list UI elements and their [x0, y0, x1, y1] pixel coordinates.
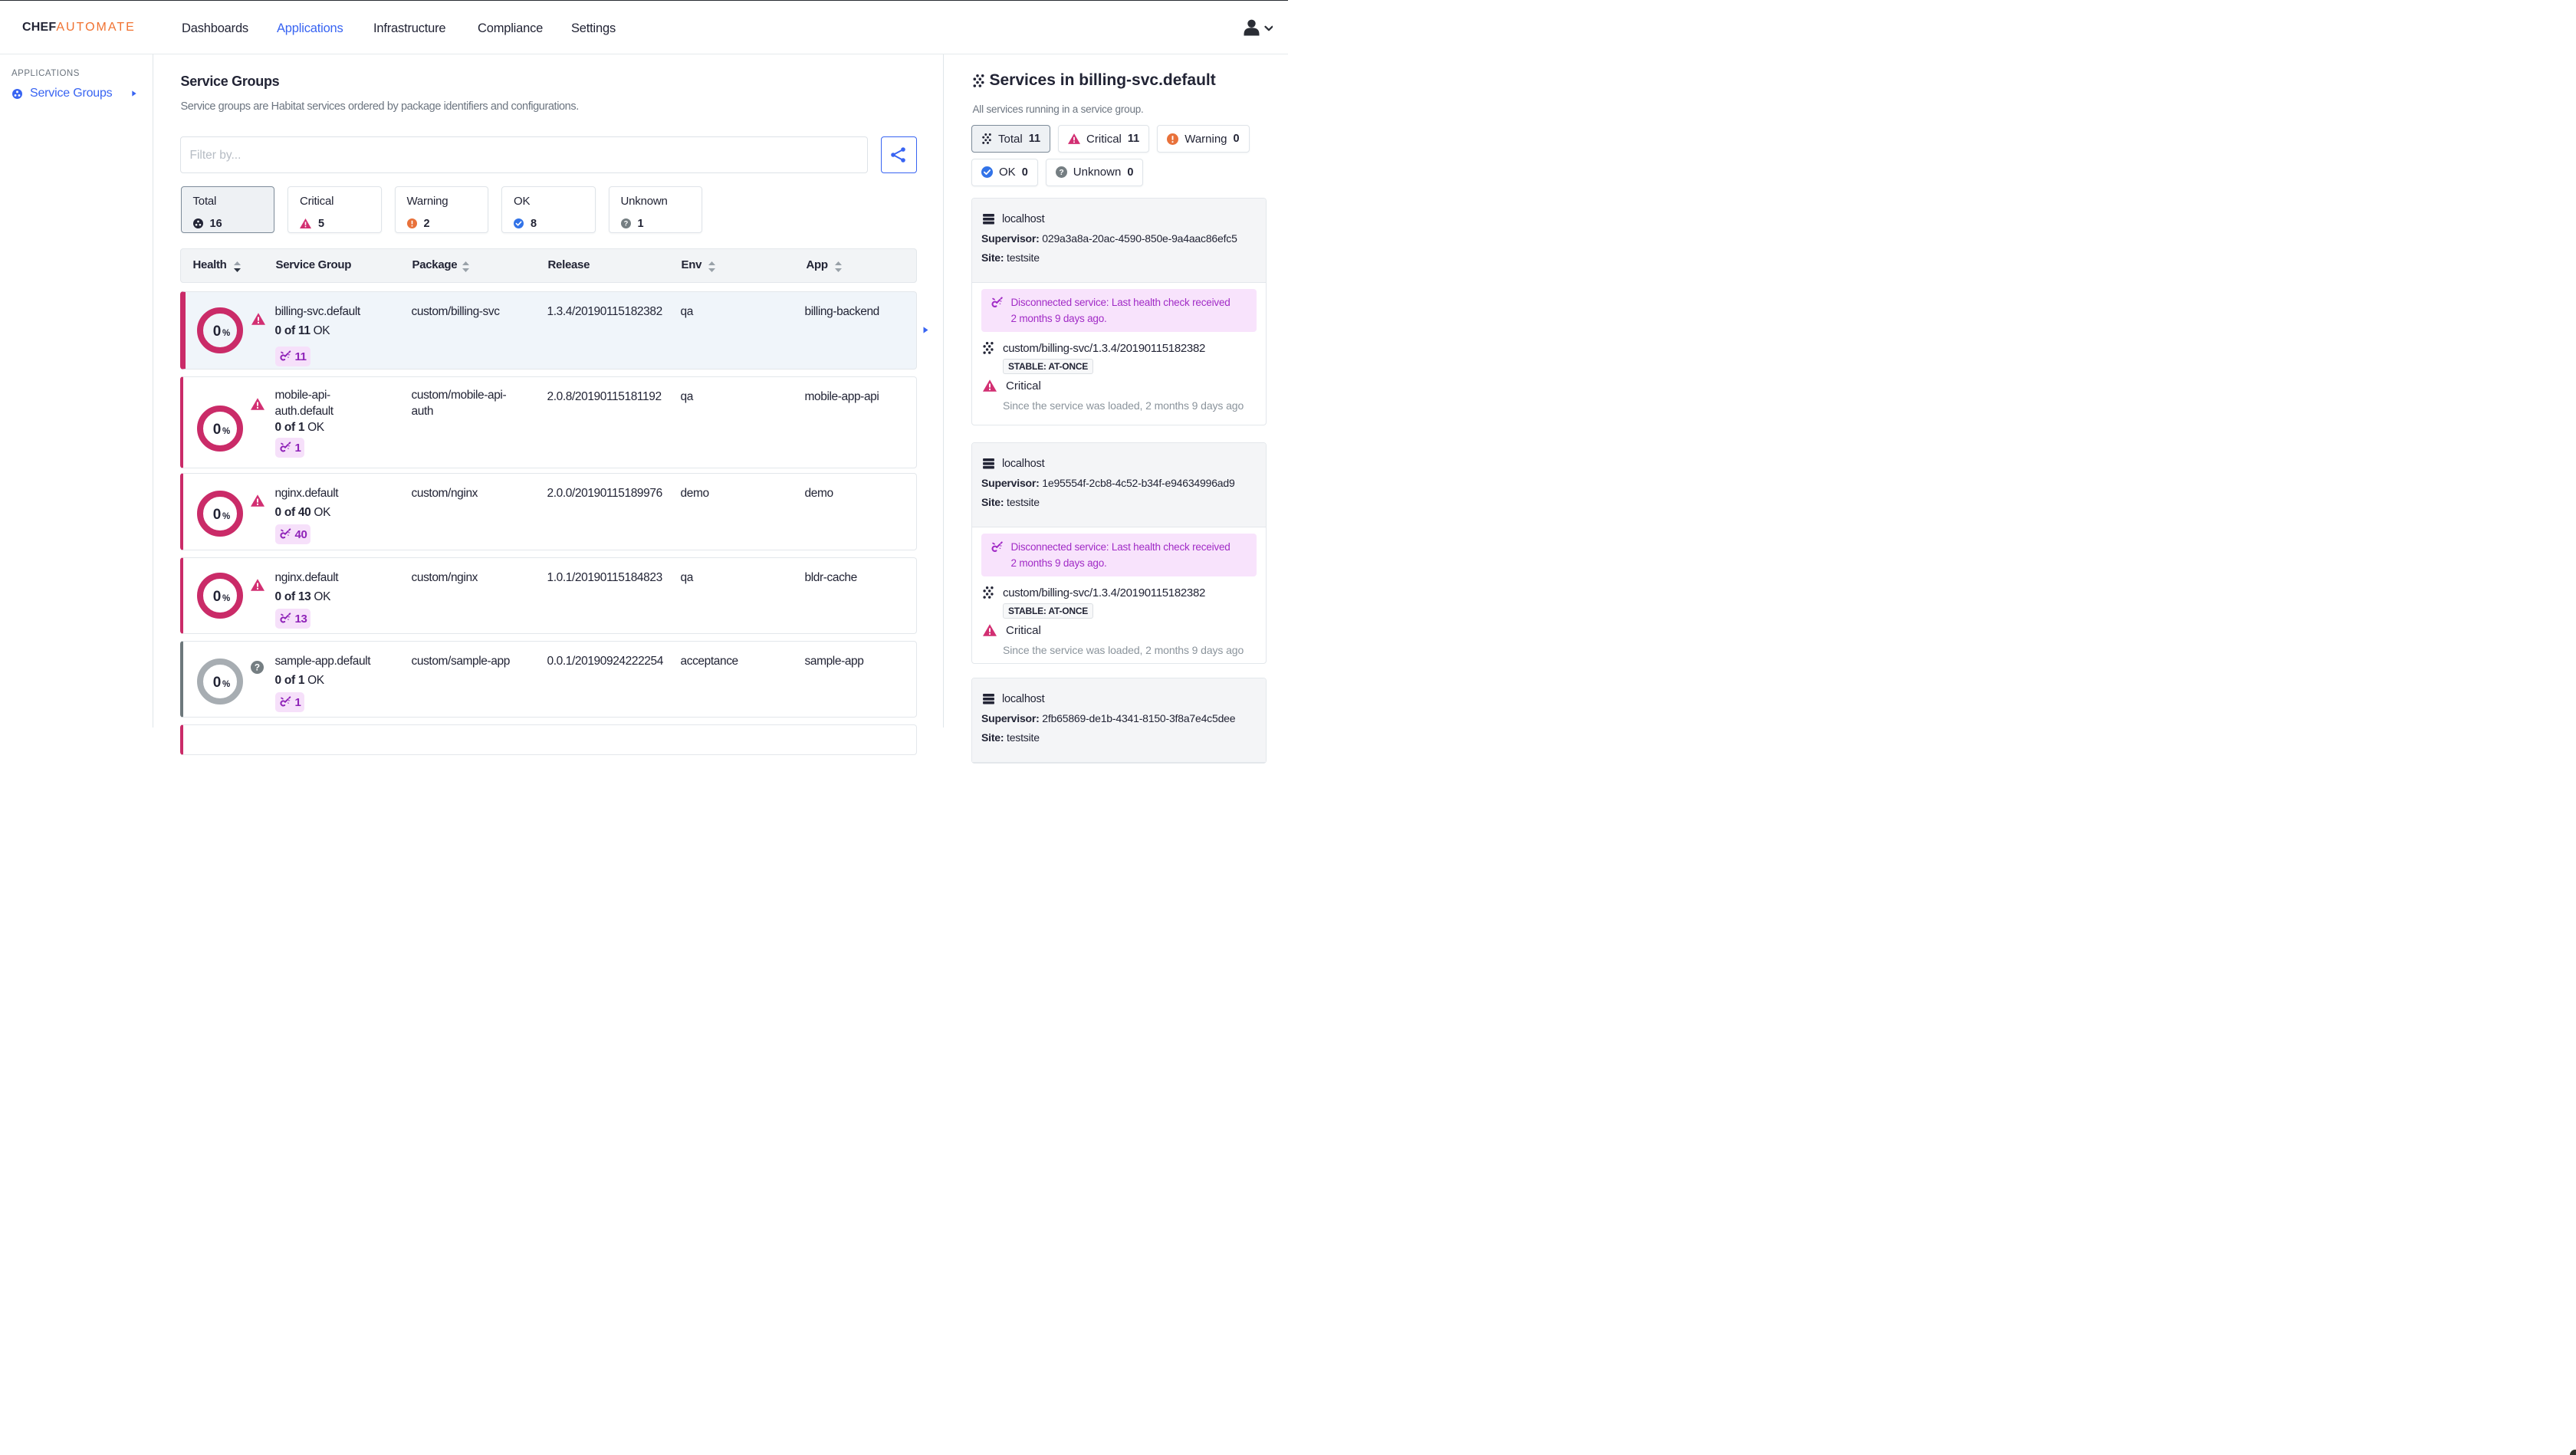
svg-text:%: % — [222, 427, 230, 436]
svg-text:%: % — [222, 512, 230, 521]
svg-text:?: ? — [1059, 169, 1063, 177]
svg-text:%: % — [222, 329, 230, 338]
svg-text:?: ? — [254, 663, 259, 673]
svg-text:0: 0 — [212, 507, 221, 523]
svg-text:%: % — [222, 594, 230, 603]
svg-text:0: 0 — [212, 589, 221, 605]
svg-text:0: 0 — [212, 675, 221, 691]
svg-text:%: % — [222, 680, 230, 689]
svg-text:0: 0 — [212, 324, 221, 340]
svg-text:?: ? — [623, 220, 628, 228]
svg-text:0: 0 — [212, 422, 221, 438]
